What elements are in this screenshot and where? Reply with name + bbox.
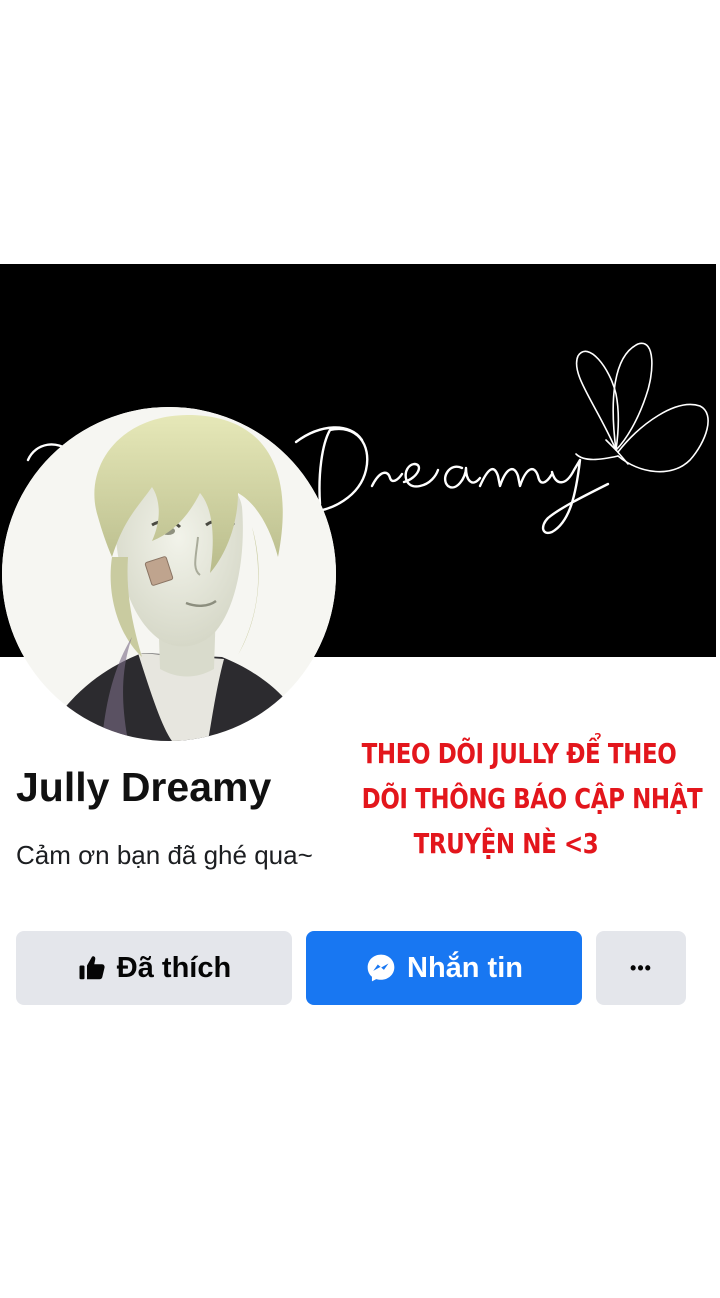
like-button-label: Đã thích: [116, 951, 232, 984]
promo-line-3: TRUYỆN NÈ <3: [413, 827, 599, 860]
page-title: Jully Dreamy: [16, 764, 272, 810]
promo-text: THEO DÕI JULLY ĐỂ THEO DÕI THÔNG BÁO CẬP…: [330, 731, 703, 866]
more-button[interactable]: •••: [596, 931, 686, 1005]
messenger-icon: [365, 952, 397, 984]
promo-line-2: DÕI THÔNG BÁO CẬP NHẬT: [361, 782, 703, 815]
message-button[interactable]: Nhắn tin: [306, 931, 582, 1005]
message-button-label: Nhắn tin: [407, 951, 523, 984]
more-icon: •••: [630, 957, 652, 978]
profile-bio: Cảm ơn bạn đã ghé qua~: [16, 840, 313, 870]
like-button[interactable]: Đã thích: [16, 931, 292, 1005]
promo-line-1: THEO DÕI JULLY ĐỂ THEO: [361, 737, 677, 770]
butterfly-icon: [575, 342, 709, 473]
avatar-illustration: [2, 407, 336, 741]
avatar[interactable]: [2, 407, 336, 741]
thumbs-up-icon: [77, 953, 107, 983]
